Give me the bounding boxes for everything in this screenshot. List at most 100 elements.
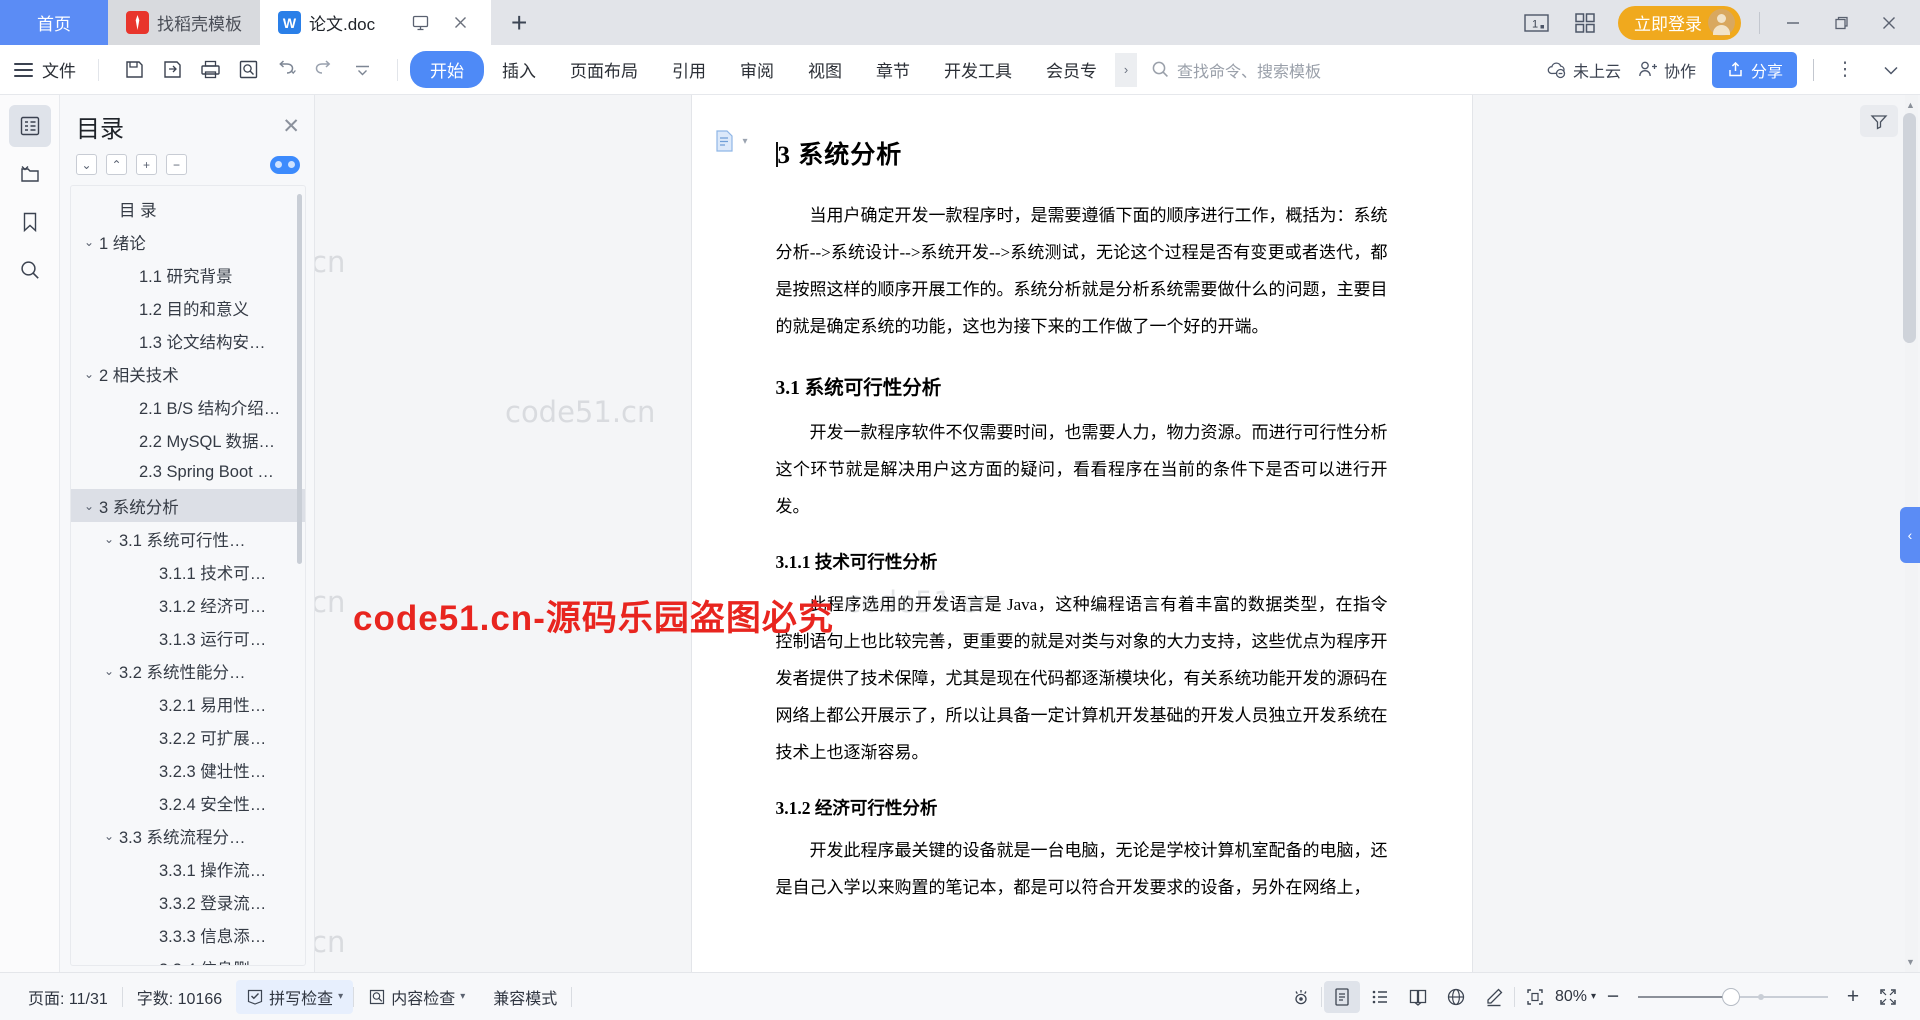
scrollbar-thumb[interactable] [1903,113,1916,343]
outline-item[interactable]: 1.2 目的和意义 [71,291,305,324]
reading-layout-icon[interactable] [1400,981,1436,1013]
ribbon-overflow-icon[interactable]: › [1115,52,1137,87]
customize-qat-icon[interactable] [345,53,379,87]
chevron-down-icon[interactable]: ⌄ [99,532,119,546]
document-scroll-area[interactable]: ▾ 3 系统分析 当用户确定开发一款程序时，是需要遵循下面的顺序进行工作，概括为… [315,95,1848,972]
outline-item[interactable]: 3.1.3 运行可… [71,621,305,654]
login-button[interactable]: 立即登录 [1618,5,1741,40]
chevron-down-icon[interactable]: ⌄ [79,235,99,249]
redo-icon[interactable] [307,53,341,87]
fit-page-icon[interactable] [1517,981,1553,1013]
content-check-button[interactable]: 内容检查 ▾ [354,985,479,1009]
ribbon-tab-review[interactable]: 审阅 [724,51,790,88]
outline-item[interactable]: 2.1 B/S 结构介绍… [71,390,305,423]
chevron-down-icon[interactable]: ⌄ [99,829,119,843]
collaborate-button[interactable]: 协作 [1637,58,1696,82]
zoom-out-button[interactable]: − [1598,982,1628,1012]
print-preview-icon[interactable] [231,53,265,87]
undo-icon[interactable] [269,53,303,87]
more-options-icon[interactable]: ⋮ [1830,55,1860,85]
zoom-level-button[interactable]: 80% ▾ [1555,988,1596,1006]
expand-down-button[interactable]: ⌄ [76,154,97,175]
outline-item[interactable]: 3.1.1 技术可… [71,555,305,588]
outline-tree[interactable]: 目 录 ⌄ 1 绪论 1.1 研究背景 1.2 目的和意义 1.3 论文结构安… ⌄ 2 相关… [70,185,306,966]
ribbon-tab-references[interactable]: 引用 [656,51,722,88]
zoom-slider-track[interactable] [1638,987,1828,1006]
save-icon[interactable] [117,53,151,87]
ribbon-tab-insert[interactable]: 插入 [486,51,552,88]
navigation-flap-button[interactable]: ‹ [1900,507,1920,564]
rail-bookmark-panel[interactable] [9,201,51,243]
cloud-status-button[interactable]: 未上云 [1546,58,1621,82]
chevron-down-icon[interactable]: ▾ [460,991,465,1002]
zoom-in-button[interactable]: + [1838,982,1868,1012]
file-menu-button[interactable]: 文件 [14,57,90,82]
rail-find-panel[interactable] [9,249,51,291]
chevron-down-icon[interactable]: ▾ [338,991,343,1002]
outline-item[interactable]: 3.2.2 可扩展… [71,720,305,753]
print-icon[interactable] [193,53,227,87]
ribbon-tab-page-layout[interactable]: 页面布局 [554,51,654,88]
present-monitor-icon[interactable] [407,10,433,36]
share-button[interactable]: 分享 [1711,51,1797,88]
scroll-down-icon[interactable]: ▼ [1904,954,1917,970]
outline-item[interactable]: 3.1.2 经济可… [71,588,305,621]
outline-view-icon[interactable] [1362,981,1398,1013]
chevron-down-icon[interactable]: ⌄ [79,367,99,381]
ribbon-tab-developer[interactable]: 开发工具 [928,51,1028,88]
close-window-button[interactable] [1874,8,1904,38]
decrease-level-button[interactable]: − [166,154,187,175]
outline-item[interactable]: 2.3 Spring Boot … [71,456,305,489]
outline-item[interactable]: 3.3.1 操作流… [71,852,305,885]
collapse-up-button[interactable]: ⌃ [106,154,127,175]
focus-mode-icon[interactable] [1283,981,1319,1013]
web-layout-icon[interactable] [1438,981,1474,1013]
outline-eye-toggle[interactable] [270,155,300,174]
minimize-button[interactable] [1778,8,1808,38]
ribbon-tab-view[interactable]: 视图 [792,51,858,88]
outline-item[interactable]: ⌄ 3.1 系统可行性… [71,522,305,555]
outline-item[interactable]: ⌄ 3.3 系统流程分… [71,819,305,852]
page-indicator[interactable]: 页面: 11/31 [14,985,122,1009]
paragraph-handle[interactable]: ▾ [714,129,748,153]
outline-item[interactable]: 2.2 MySQL 数据… [71,423,305,456]
zoom-slider-knob[interactable] [1722,987,1740,1006]
close-tab-icon[interactable] [447,10,473,36]
zoom-slider[interactable] [1638,987,1828,1006]
outline-item[interactable]: 3.2.1 易用性… [71,687,305,720]
highlighter-icon[interactable] [1476,981,1512,1013]
outline-item[interactable]: 3.3.4 信息删… [71,951,305,966]
maximize-button[interactable] [1826,8,1856,38]
ribbon-tab-section[interactable]: 章节 [860,51,926,88]
tab-home[interactable]: 首页 [0,0,108,45]
comment-panel-toggle[interactable] [1860,105,1898,137]
outline-item[interactable]: 3.2.4 安全性… [71,786,305,819]
rail-outline-panel[interactable] [8,105,51,147]
tab-document[interactable]: 论文.doc [260,0,492,45]
ribbon-tab-start[interactable]: 开始 [410,51,484,88]
grid-view-icon[interactable] [1570,8,1600,38]
chevron-down-icon[interactable]: ⌄ [79,499,99,513]
collapse-ribbon-icon[interactable] [1876,55,1906,85]
scroll-up-icon[interactable]: ▲ [1904,97,1917,113]
outline-item[interactable]: ⌄ 3 系统分析 [71,489,305,522]
outline-item[interactable]: 1.3 论文结构安… [71,324,305,357]
print-layout-icon[interactable] [1323,980,1360,1013]
fullscreen-icon[interactable] [1870,981,1906,1013]
close-outline-icon[interactable]: ✕ [282,116,300,137]
tab-docer-templates[interactable]: 找稻壳模板 [108,0,260,45]
outline-scrollbar[interactable] [297,194,302,564]
outline-item[interactable]: ⌄ 1 绪论 [71,225,305,258]
outline-item[interactable]: 3.2.3 健壮性… [71,753,305,786]
spellcheck-button[interactable]: 拼写检查 ▾ [236,979,354,1014]
chevron-down-icon[interactable]: ▾ [743,136,748,147]
outline-item[interactable]: ⌄ 3.2 系统性能分… [71,654,305,687]
outline-item[interactable]: 3.3.2 登录流… [71,885,305,918]
chevron-down-icon[interactable]: ⌄ [99,664,119,678]
page-count-badge-icon[interactable]: 1 [1522,8,1552,38]
search-input[interactable]: 查找命令、搜索模板 [1151,58,1321,82]
outline-item[interactable]: 1.1 研究背景 [71,258,305,291]
new-tab-button[interactable]: + [491,0,548,45]
rail-pages-panel[interactable] [9,153,51,195]
save-as-icon[interactable] [155,53,189,87]
